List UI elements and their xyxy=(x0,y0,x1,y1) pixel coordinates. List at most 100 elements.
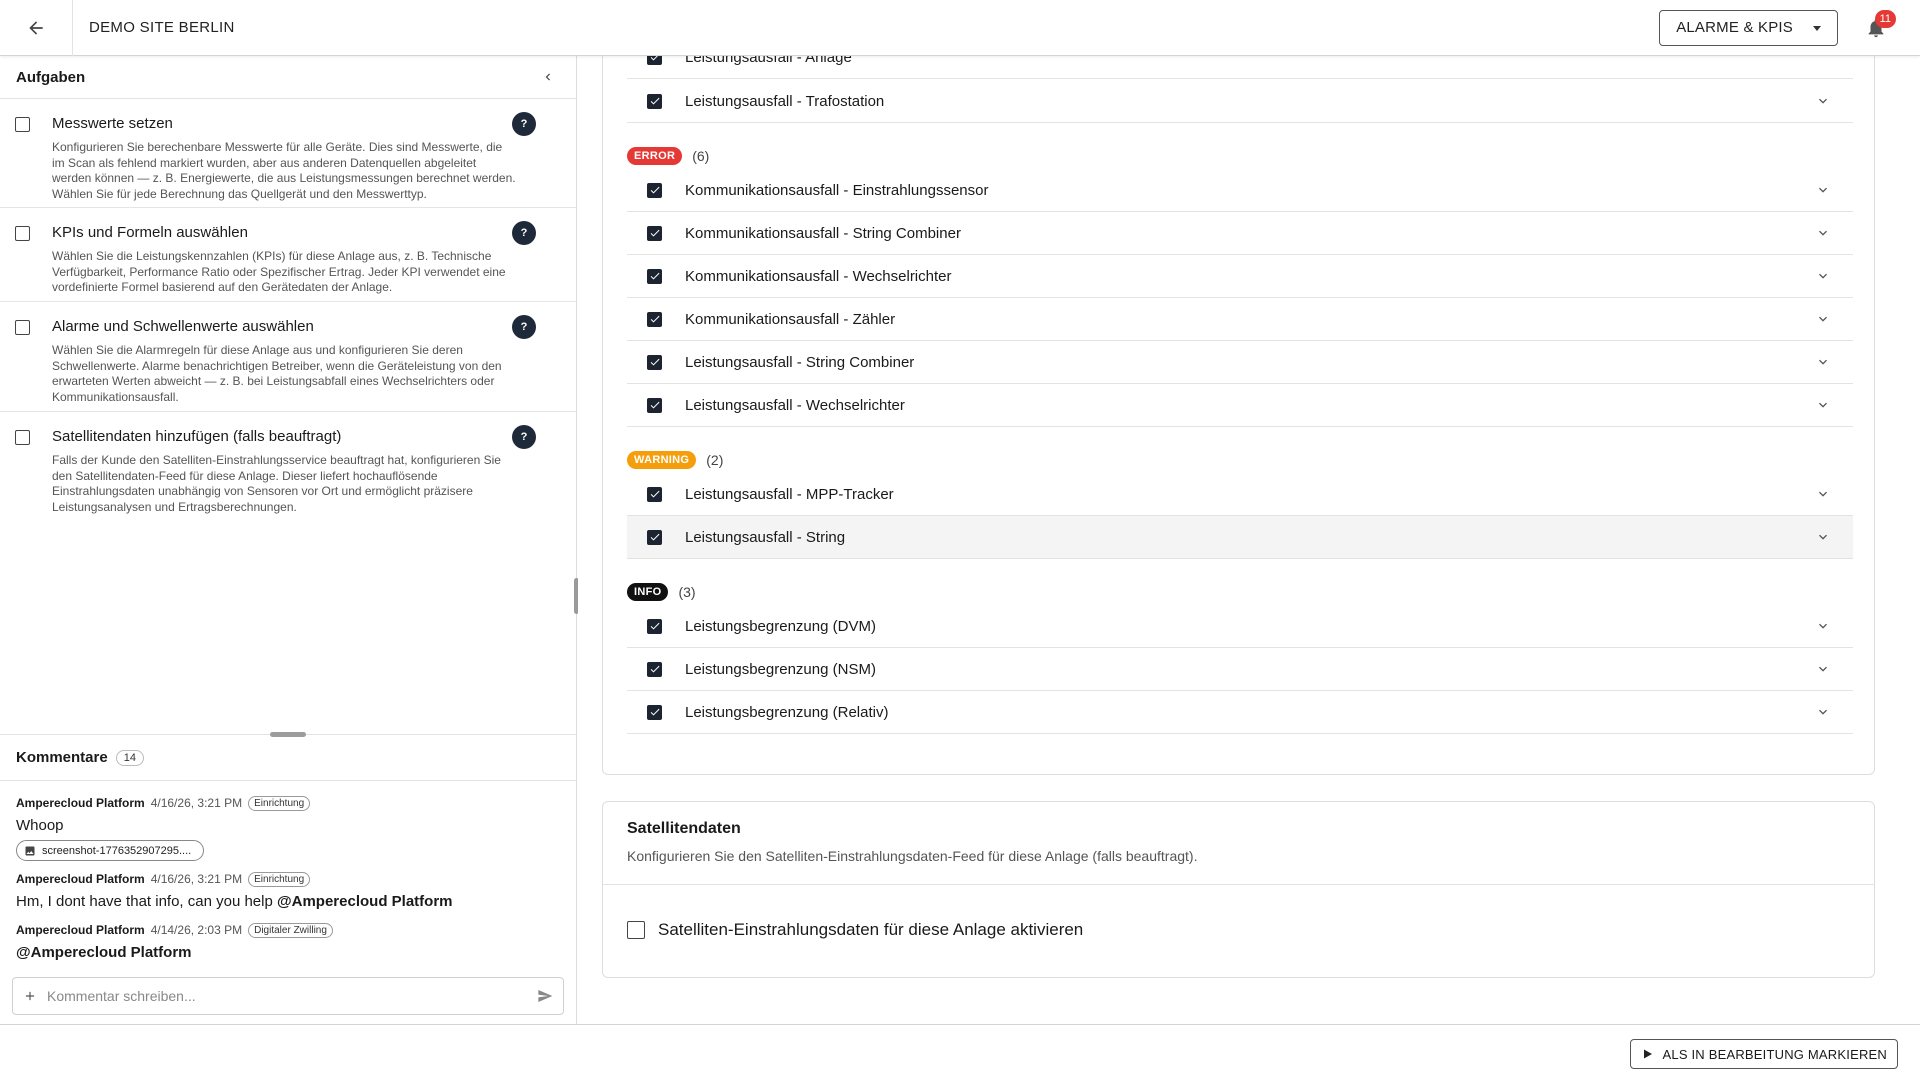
severity-group-header: WARNING (2) xyxy=(627,449,723,471)
expand-button[interactable] xyxy=(1811,525,1835,549)
expand-button[interactable] xyxy=(1811,264,1835,288)
alarm-row[interactable]: Leistungsbegrenzung (Relativ) xyxy=(627,691,1853,734)
task-title: KPIs und Formeln auswählen xyxy=(52,224,248,241)
expand-button[interactable] xyxy=(1811,89,1835,113)
comment-mention[interactable]: @Amperecloud Platform xyxy=(16,944,192,961)
comment-time: 4/16/26, 3:21 PM xyxy=(150,872,243,886)
alarm-checkbox[interactable] xyxy=(647,311,662,327)
alarm-row[interactable]: Leistungsausfall - String xyxy=(627,516,1853,559)
severity-count: (2) xyxy=(706,452,724,468)
help-icon: ? xyxy=(520,321,528,333)
help-icon: ? xyxy=(520,118,528,130)
mark-in-progress-button[interactable]: ALS IN BEARBEITUNG MARKIEREN xyxy=(1629,1039,1898,1069)
comment-time: 4/14/26, 2:03 PM xyxy=(150,923,243,937)
satellite-title: Satellitendaten xyxy=(627,820,741,837)
alarm-checkbox[interactable] xyxy=(647,397,662,413)
comments-title: Kommentare xyxy=(16,749,108,766)
alarm-row[interactable]: Leistungsausfall - Wechselrichter xyxy=(627,384,1853,427)
alarm-label: Leistungsausfall - String xyxy=(685,528,846,546)
chevron-down-icon xyxy=(1819,359,1827,365)
alarm-row[interactable]: Leistungsausfall - Trafostation xyxy=(627,80,1853,123)
alarm-checkbox[interactable] xyxy=(647,529,662,545)
collapse-panel-button[interactable] xyxy=(536,65,560,89)
help-button[interactable]: ? xyxy=(512,315,536,339)
alarm-row[interactable]: Leistungsbegrenzung (DVM) xyxy=(627,605,1853,648)
expand-button[interactable] xyxy=(1811,482,1835,506)
alarm-checkbox[interactable] xyxy=(647,182,662,198)
alarm-checkbox[interactable] xyxy=(647,225,662,241)
notifications-button[interactable]: 11 xyxy=(1856,8,1896,48)
alarm-row[interactable]: Kommunikationsausfall - Wechselrichter xyxy=(627,255,1853,298)
alarm-label: Leistungsausfall - MPP-Tracker xyxy=(685,485,894,503)
check-icon xyxy=(650,56,658,61)
expand-button[interactable] xyxy=(1811,614,1835,638)
alarm-row[interactable]: Leistungsausfall - Anlage xyxy=(627,56,1853,79)
alarms-kpis-dropdown[interactable]: ALARME & KPIS xyxy=(1659,9,1838,46)
alarm-row[interactable]: Leistungsbegrenzung (NSM) xyxy=(627,648,1853,691)
alarm-checkbox[interactable] xyxy=(647,618,662,634)
task-description: Wählen Sie die Leistungskennzahlen (KPIs… xyxy=(52,249,506,294)
alarm-rules-card: Leistungsausfall - Anlage Leistungsausfa… xyxy=(602,56,1875,775)
comment-meta: Amperecloud Platform 4/16/26, 3:21 PM Ei… xyxy=(16,794,561,812)
task-item: Satellitendaten hinzufügen (falls beauft… xyxy=(0,412,576,522)
alarm-row[interactable]: Kommunikationsausfall - Einstrahlungssen… xyxy=(627,169,1853,212)
site-title: DEMO SITE BERLIN xyxy=(89,19,235,36)
expand-button[interactable] xyxy=(1811,178,1835,202)
resize-handle[interactable] xyxy=(270,732,306,737)
task-checkbox[interactable] xyxy=(15,117,30,132)
plus-icon[interactable] xyxy=(23,989,37,1003)
attachment-chip[interactable]: screenshot-1776352907295.... xyxy=(16,840,205,861)
alarm-checkbox[interactable] xyxy=(647,661,662,677)
alarm-checkbox[interactable] xyxy=(647,93,662,109)
severity-group-header: ERROR (6) xyxy=(627,145,709,167)
satellite-enable-option[interactable]: Satelliten-Einstrahlungsdaten für diese … xyxy=(627,920,1083,940)
check-icon xyxy=(650,665,659,673)
back-button[interactable] xyxy=(0,0,73,56)
expand-button[interactable] xyxy=(1811,657,1835,681)
check-icon xyxy=(650,533,659,541)
task-checkbox[interactable] xyxy=(15,430,30,445)
alarm-label: Kommunikationsausfall - Wechselrichter xyxy=(685,267,952,285)
task-item: KPIs und Formeln auswählen Wählen Sie di… xyxy=(0,208,576,302)
comment-input[interactable] xyxy=(47,988,527,1004)
alarm-checkbox[interactable] xyxy=(647,56,662,65)
alarm-checkbox[interactable] xyxy=(647,704,662,720)
alarm-row[interactable]: Kommunikationsausfall - String Combiner xyxy=(627,212,1853,255)
comment-time: 4/16/26, 3:21 PM xyxy=(150,796,243,810)
help-button[interactable]: ? xyxy=(512,221,536,245)
satellite-enable-checkbox[interactable] xyxy=(627,921,645,939)
expand-button[interactable] xyxy=(1811,307,1835,331)
alarm-checkbox[interactable] xyxy=(647,486,662,502)
expand-button[interactable] xyxy=(1811,393,1835,417)
comment-tag: Digitaler Zwilling xyxy=(248,922,333,938)
comment-body: @Amperecloud Platform xyxy=(16,943,561,963)
task-title: Alarme und Schwellenwerte auswählen xyxy=(52,318,314,335)
alarm-row[interactable]: Kommunikationsausfall - Zähler xyxy=(627,298,1853,341)
alarm-checkbox[interactable] xyxy=(647,268,662,284)
task-item: Messwerte setzen Konfigurieren Sie berec… xyxy=(0,99,576,208)
task-checkbox[interactable] xyxy=(15,320,30,335)
tasks-header: Aufgaben xyxy=(0,56,576,99)
expand-button[interactable] xyxy=(1811,700,1835,724)
help-button[interactable]: ? xyxy=(512,425,536,449)
expand-button[interactable] xyxy=(1811,221,1835,245)
chevron-down-icon xyxy=(1819,666,1827,672)
comment-mention[interactable]: @Amperecloud Platform xyxy=(277,893,453,910)
comments-count-badge: 14 xyxy=(115,749,144,766)
expand-button[interactable] xyxy=(1811,350,1835,374)
satellite-enable-label: Satelliten-Einstrahlungsdaten für diese … xyxy=(658,920,1084,939)
send-icon[interactable] xyxy=(537,988,553,1004)
alarm-label: Kommunikationsausfall - String Combiner xyxy=(685,224,961,242)
chevron-down-icon xyxy=(1819,187,1827,193)
comment-tag: Einrichtung xyxy=(248,871,311,887)
task-title: Satellitendaten hinzufügen (falls beauft… xyxy=(52,428,342,445)
check-icon xyxy=(650,97,659,105)
check-icon xyxy=(650,315,659,323)
help-button[interactable]: ? xyxy=(512,112,536,136)
alarm-row[interactable]: Leistungsausfall - MPP-Tracker xyxy=(627,473,1853,516)
task-checkbox[interactable] xyxy=(15,226,30,241)
comment-body: Whoop xyxy=(16,817,64,834)
footer-bar: ALS IN BEARBEITUNG MARKIEREN xyxy=(0,1024,1920,1080)
alarm-row[interactable]: Leistungsausfall - String Combiner xyxy=(627,341,1853,384)
alarm-checkbox[interactable] xyxy=(647,354,662,370)
